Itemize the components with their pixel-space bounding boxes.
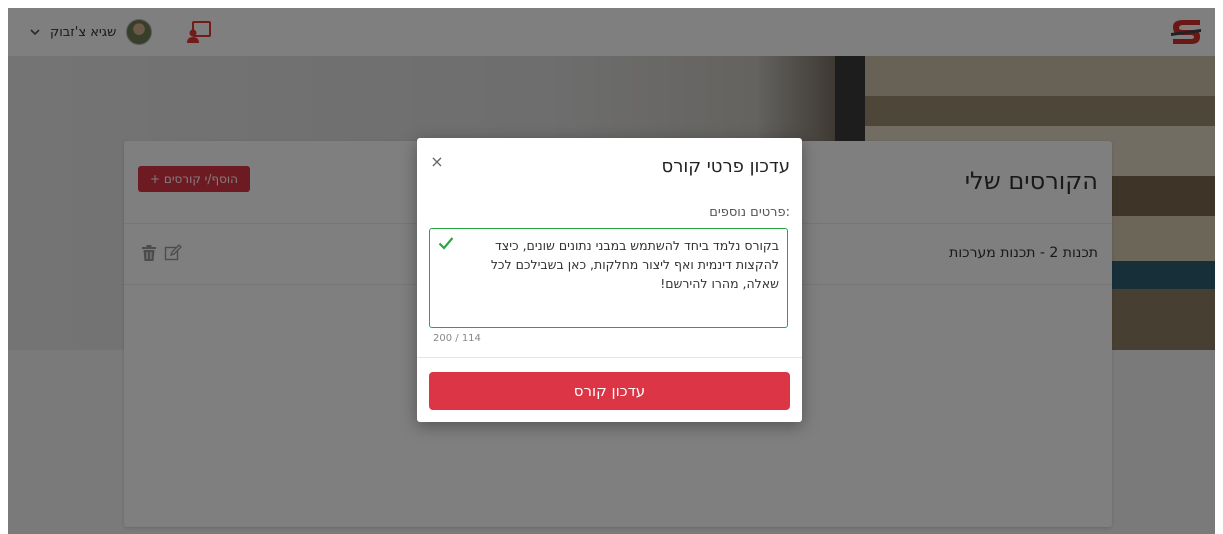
update-course-button[interactable]: עדכון קורס	[429, 372, 790, 410]
close-button[interactable]: ×	[427, 152, 447, 172]
modal-title: עדכון פרטי קורס	[661, 156, 790, 177]
check-icon	[438, 237, 454, 250]
update-course-modal: עדכון פרטי קורס × פרטים נוספים: בקורס נל…	[417, 138, 802, 422]
additional-details-label: פרטים נוספים:	[709, 205, 790, 220]
char-counter: 200 / 114	[433, 333, 481, 344]
modal-divider	[417, 357, 802, 358]
additional-details-textarea[interactable]: בקורס נלמד ביחד להשתמש במבני נתונים שוני…	[429, 228, 788, 328]
